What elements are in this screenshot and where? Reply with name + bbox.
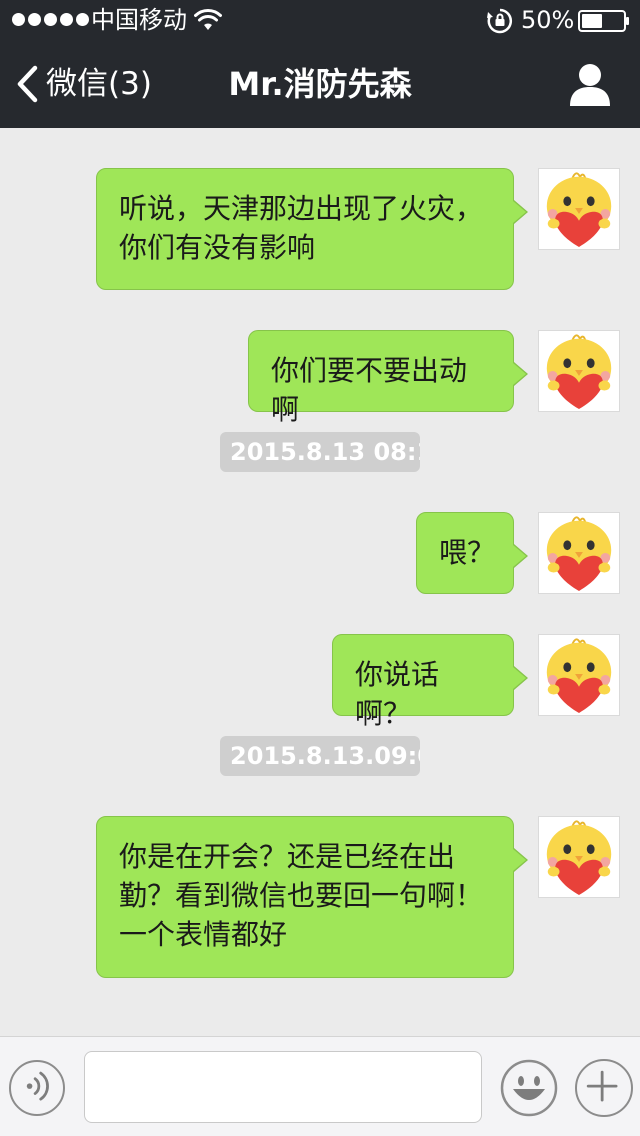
wifi-icon	[194, 8, 222, 30]
voice-input-button[interactable]	[9, 1060, 65, 1116]
carrier-name: 中国移动	[91, 6, 187, 34]
chat-input-bar	[0, 1036, 640, 1136]
message-row: 你是在开会？还是已经在出 勤？看到微信也要回一句啊！ 一个表情都好	[96, 816, 620, 978]
chick-heart-avatar-icon	[546, 638, 612, 714]
contact-profile-icon[interactable]	[566, 60, 614, 108]
message-bubble[interactable]: 听说，天津那边出现了火灾， 你们有没有影响	[96, 168, 528, 290]
avatar[interactable]	[538, 634, 620, 716]
emoji-button[interactable]	[500, 1059, 558, 1117]
message-text-line: 喂？	[439, 536, 496, 569]
chat-screen: 中国移动 50% 微信(3) Mr.消防先森 听说，天津那边出现了火灾， 你们有…	[0, 0, 640, 1136]
message-text-line: 你是在开会？还是已经在出	[119, 840, 456, 873]
chick-heart-avatar-icon	[546, 172, 612, 248]
rotation-lock-icon	[487, 8, 513, 34]
message-bubble[interactable]: 你们要不要出动啊	[248, 330, 528, 426]
back-label: 微信(3)	[46, 66, 152, 102]
chick-heart-avatar-icon	[546, 820, 612, 896]
message-bubble[interactable]: 你说话啊？	[332, 634, 528, 730]
message-text-line: 你们有没有影响	[119, 231, 316, 264]
voice-icon	[26, 1071, 49, 1101]
signal-strength-icon	[12, 13, 89, 26]
message-input[interactable]	[84, 1051, 482, 1123]
chat-title: Mr.消防先森	[228, 65, 412, 103]
chick-heart-avatar-icon	[546, 516, 612, 592]
message-row: 你们要不要出动啊	[248, 330, 620, 426]
chick-heart-avatar-icon	[546, 334, 612, 410]
avatar[interactable]	[538, 512, 620, 594]
message-text-line: 你们要不要出动啊	[271, 354, 468, 426]
back-button[interactable]: 微信(3)	[14, 62, 152, 106]
battery-percentage: 50%	[521, 6, 575, 34]
avatar[interactable]	[538, 168, 620, 250]
avatar[interactable]	[538, 816, 620, 898]
timestamp: 2015.8.13 08:13	[220, 432, 420, 472]
message-text-line: 一个表情都好	[119, 918, 288, 951]
more-options-button[interactable]	[575, 1059, 633, 1117]
avatar[interactable]	[538, 330, 620, 412]
message-text-line: 勤？看到微信也要回一句啊！	[119, 879, 484, 912]
plus-icon	[586, 1070, 618, 1102]
message-row: 你说话啊？	[332, 634, 620, 730]
message-bubble[interactable]: 喂？	[416, 512, 528, 594]
navigation-bar: 微信(3) Mr.消防先森	[0, 40, 640, 128]
message-text-line: 你说话啊？	[355, 658, 440, 730]
top-bar: 中国移动 50% 微信(3) Mr.消防先森	[0, 0, 640, 128]
message-text-line: 听说，天津那边出现了火灾，	[119, 192, 484, 225]
message-row: 喂？	[416, 512, 620, 594]
status-bar: 中国移动 50%	[0, 0, 640, 40]
timestamp: 2015.8.13.09:04	[220, 736, 420, 776]
chevron-left-icon	[17, 65, 38, 103]
smiley-face-icon	[500, 1059, 558, 1117]
battery-icon	[578, 10, 629, 32]
message-row: 听说，天津那边出现了火灾， 你们有没有影响	[96, 168, 620, 290]
message-bubble[interactable]: 你是在开会？还是已经在出 勤？看到微信也要回一句啊！ 一个表情都好	[96, 816, 528, 978]
